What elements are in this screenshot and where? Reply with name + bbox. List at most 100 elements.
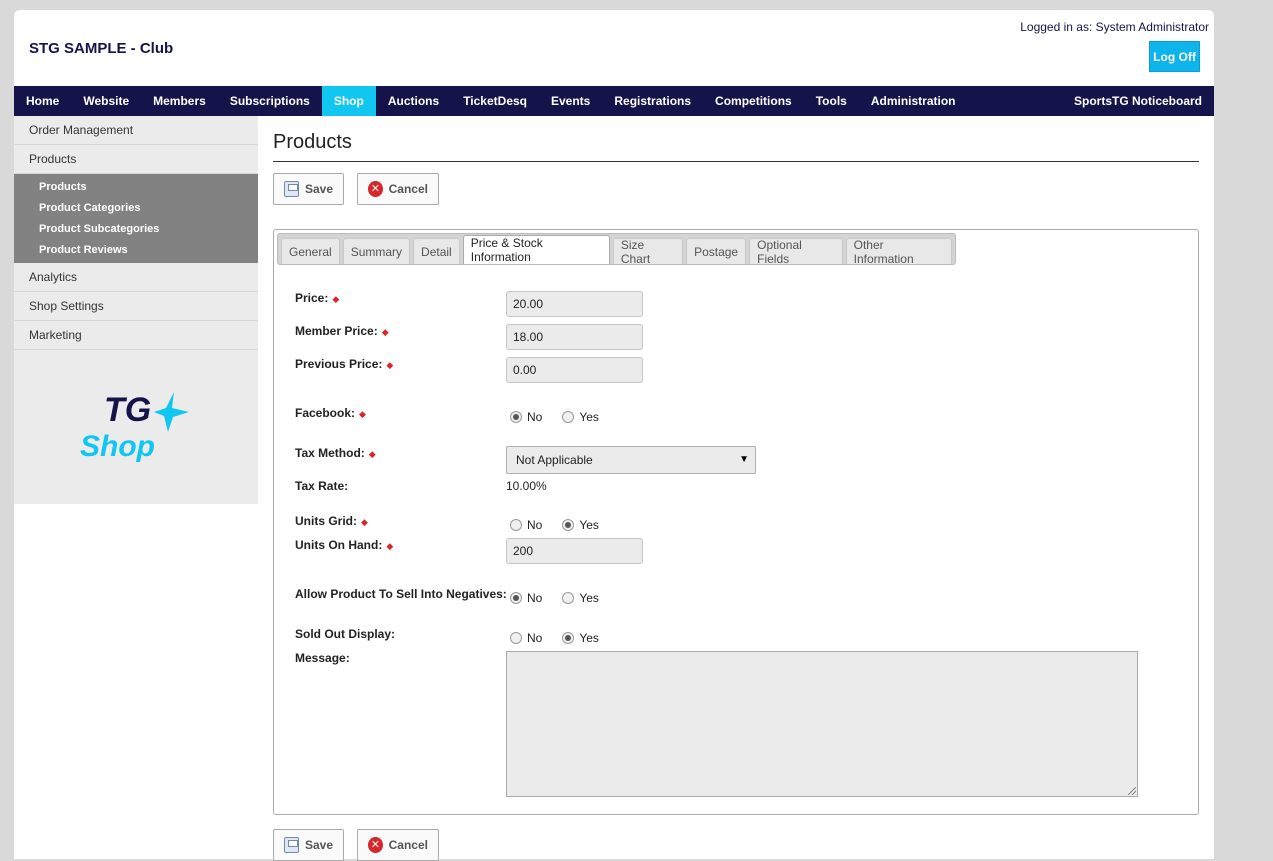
logo-star-shape: [154, 392, 189, 432]
required-marker-icon: ◆: [359, 409, 366, 419]
nav-events[interactable]: Events: [539, 86, 602, 116]
tab-general[interactable]: General: [281, 238, 340, 264]
title-divider: [273, 161, 1199, 162]
required-marker-icon: ◆: [368, 449, 376, 459]
dropdown-arrow-icon: ▼: [739, 454, 749, 465]
page-container: STG SAMPLE - Club Logged in as: System A…: [14, 10, 1214, 861]
radio-label-no: No: [527, 518, 543, 532]
cancel-icon: ✕: [368, 181, 383, 197]
tab-optional-fields[interactable]: Optional Fields: [749, 238, 843, 266]
message-label: Message:: [295, 651, 350, 665]
cancel-button-top[interactable]: ✕ Cancel: [357, 173, 439, 205]
tg-shop-logo: TG Shop: [80, 391, 189, 463]
negatives-radio-group: No Yes: [510, 591, 619, 605]
facebook-yes-radio[interactable]: [562, 411, 575, 423]
submenu-item-products[interactable]: Products: [14, 176, 258, 197]
nav-home[interactable]: Home: [14, 86, 71, 116]
sidebar-item-shop-settings[interactable]: Shop Settings: [14, 292, 258, 321]
nav-noticeboard[interactable]: SportsTG Noticeboard: [1062, 86, 1214, 116]
cancel-button-bottom[interactable]: ✕ Cancel: [357, 829, 439, 861]
page-title: Products: [273, 131, 352, 153]
units-grid-yes-radio[interactable]: [562, 519, 575, 531]
nav-members[interactable]: Members: [141, 86, 218, 116]
tax-method-select[interactable]: Not Applicable ▼: [506, 446, 756, 474]
sidebar-item-order-management[interactable]: Order Management: [14, 116, 258, 145]
price-label: Price: ◆: [295, 291, 340, 305]
save-label: Save: [304, 182, 333, 196]
save-icon: [284, 837, 299, 853]
logo-tg-text: TG: [104, 391, 151, 429]
tab-bar: General Summary Detail Price & Stock Inf…: [277, 233, 956, 266]
sold-out-radio-group: No Yes: [510, 631, 619, 645]
units-on-hand-label: Units On Hand: ◆: [295, 538, 394, 552]
save-label: Save: [304, 838, 333, 852]
cancel-label: Cancel: [388, 182, 428, 196]
tab-price-stock[interactable]: Price & Stock Information: [462, 235, 610, 264]
nav-ticketdesq[interactable]: TicketDesq: [451, 86, 539, 116]
required-marker-icon: ◆: [386, 360, 394, 370]
nav-auctions[interactable]: Auctions: [376, 86, 451, 116]
radio-label-no: No: [527, 631, 543, 645]
save-icon: [284, 181, 299, 197]
sold-out-yes-radio[interactable]: [562, 632, 575, 644]
submenu-item-product-categories[interactable]: Product Categories: [14, 197, 258, 218]
submenu-item-product-subcategories[interactable]: Product Subcategories: [14, 218, 258, 239]
product-form-panel: General Summary Detail Price & Stock Inf…: [273, 229, 1199, 815]
units-on-hand-input[interactable]: 200: [506, 538, 643, 564]
required-marker-icon: ◆: [381, 327, 389, 337]
tax-method-value: Not Applicable: [516, 453, 593, 467]
tax-rate-value: 10.00%: [506, 479, 547, 493]
sidebar-item-analytics[interactable]: Analytics: [14, 263, 258, 292]
message-textarea[interactable]: [506, 651, 1138, 797]
tab-other-information[interactable]: Other Information: [845, 238, 953, 266]
sidebar: Order Management Products Products Produ…: [14, 116, 258, 504]
logoff-button[interactable]: Log Off: [1149, 41, 1200, 72]
sold-out-no-radio[interactable]: [510, 632, 522, 644]
facebook-label: Facebook: ◆: [295, 406, 366, 420]
club-title: STG SAMPLE - Club: [29, 40, 174, 57]
nav-shop[interactable]: Shop: [321, 86, 376, 116]
radio-label-yes: Yes: [579, 410, 599, 424]
sidebar-item-marketing[interactable]: Marketing: [14, 321, 258, 350]
nav-registrations[interactable]: Registrations: [602, 86, 703, 116]
units-grid-radio-group: No Yes: [510, 518, 619, 532]
price-input[interactable]: 20.00: [506, 291, 643, 317]
nav-subscriptions[interactable]: Subscriptions: [218, 86, 322, 116]
nav-administration[interactable]: Administration: [859, 86, 968, 116]
required-marker-icon: ◆: [332, 294, 340, 304]
main-nav: Home Website Members Subscriptions Shop …: [14, 86, 1214, 116]
sold-out-display-label: Sold Out Display:: [295, 627, 396, 641]
nav-tools[interactable]: Tools: [804, 86, 859, 116]
negatives-no-radio[interactable]: [510, 592, 522, 604]
previous-price-label: Previous Price: ◆: [295, 357, 394, 371]
tab-summary[interactable]: Summary: [342, 238, 411, 264]
tab-size-chart[interactable]: Size Chart: [612, 238, 684, 266]
nav-website[interactable]: Website: [71, 86, 141, 116]
negatives-label: Allow Product To Sell Into Negatives:: [295, 587, 507, 601]
nav-competitions[interactable]: Competitions: [703, 86, 804, 116]
negatives-yes-radio[interactable]: [562, 592, 575, 604]
save-button-bottom[interactable]: Save: [273, 829, 344, 861]
logo-shop-text: Shop: [80, 430, 155, 463]
previous-price-input[interactable]: 0.00: [506, 357, 643, 383]
tab-postage[interactable]: Postage: [686, 238, 747, 264]
sidebar-item-products[interactable]: Products: [14, 145, 258, 174]
tax-rate-label: Tax Rate:: [295, 479, 349, 493]
facebook-no-radio[interactable]: [510, 411, 522, 423]
save-button-top[interactable]: Save: [273, 173, 344, 205]
facebook-radio-group: No Yes: [510, 410, 619, 424]
radio-label-no: No: [527, 410, 543, 424]
resize-grip-icon[interactable]: [1128, 787, 1136, 795]
logged-in-text: Logged in as: System Administrator: [1020, 20, 1209, 34]
tax-method-label: Tax Method: ◆: [295, 446, 376, 460]
units-grid-no-radio[interactable]: [510, 519, 522, 531]
member-price-input[interactable]: 18.00: [506, 324, 643, 350]
radio-label-yes: Yes: [579, 631, 599, 645]
radio-label-yes: Yes: [579, 518, 599, 532]
member-price-label: Member Price: ◆: [295, 324, 389, 338]
radio-label-yes: Yes: [579, 591, 599, 605]
products-submenu: Products Product Categories Product Subc…: [14, 174, 258, 263]
tab-detail[interactable]: Detail: [413, 238, 460, 264]
submenu-item-product-reviews[interactable]: Product Reviews: [14, 239, 258, 260]
required-marker-icon: ◆: [361, 517, 368, 527]
